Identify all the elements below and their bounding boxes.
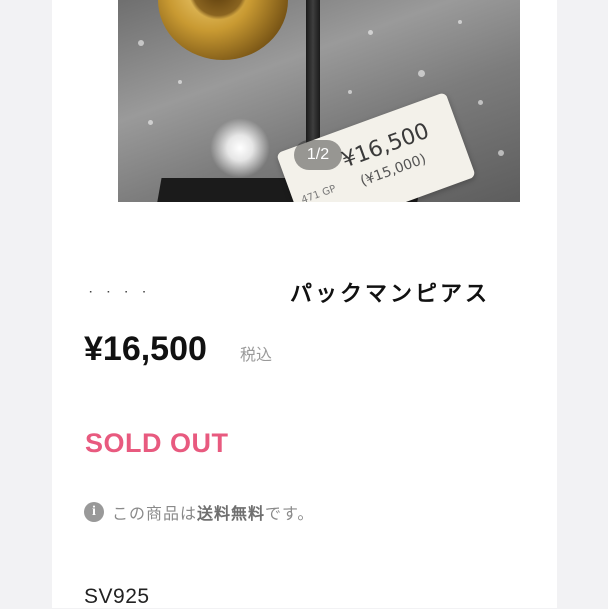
info-icon: i xyxy=(84,502,104,522)
shipping-free-label: 送料無料 xyxy=(197,504,266,523)
light-glare xyxy=(210,118,270,178)
sparkle-dot xyxy=(148,120,153,125)
sparkle-dot xyxy=(178,80,182,84)
sparkle-dot xyxy=(418,70,425,77)
sold-out-status: SOLD OUT xyxy=(85,428,229,458)
image-counter: 1/2 xyxy=(294,140,342,170)
sparkle-dot xyxy=(498,150,504,156)
product-material: SV925 xyxy=(84,585,150,608)
shipping-prefix: この商品は xyxy=(112,504,198,523)
sparkle-dot xyxy=(348,90,352,94)
shipping-suffix: です。 xyxy=(265,504,315,523)
sparkle-dot xyxy=(368,30,373,35)
product-price: ¥16,500 xyxy=(84,330,207,368)
product-title: パックマンピアス xyxy=(290,282,491,307)
shipping-info: i この商品は送料無料です。 xyxy=(84,500,314,524)
product-image[interactable]: 471 GP ¥16,500 (¥15,000) 1/2 xyxy=(118,0,520,202)
sparkle-dot xyxy=(458,20,462,24)
price-tag-code: 471 GP xyxy=(299,183,338,202)
tax-label: 税込 xyxy=(240,345,273,364)
sparkle-dot xyxy=(478,100,483,105)
shipping-text: この商品は送料無料です。 xyxy=(112,500,314,524)
sparkle-dot xyxy=(138,40,144,46)
display-stand xyxy=(306,0,320,150)
brand-name-cut: · · · · xyxy=(88,291,151,300)
